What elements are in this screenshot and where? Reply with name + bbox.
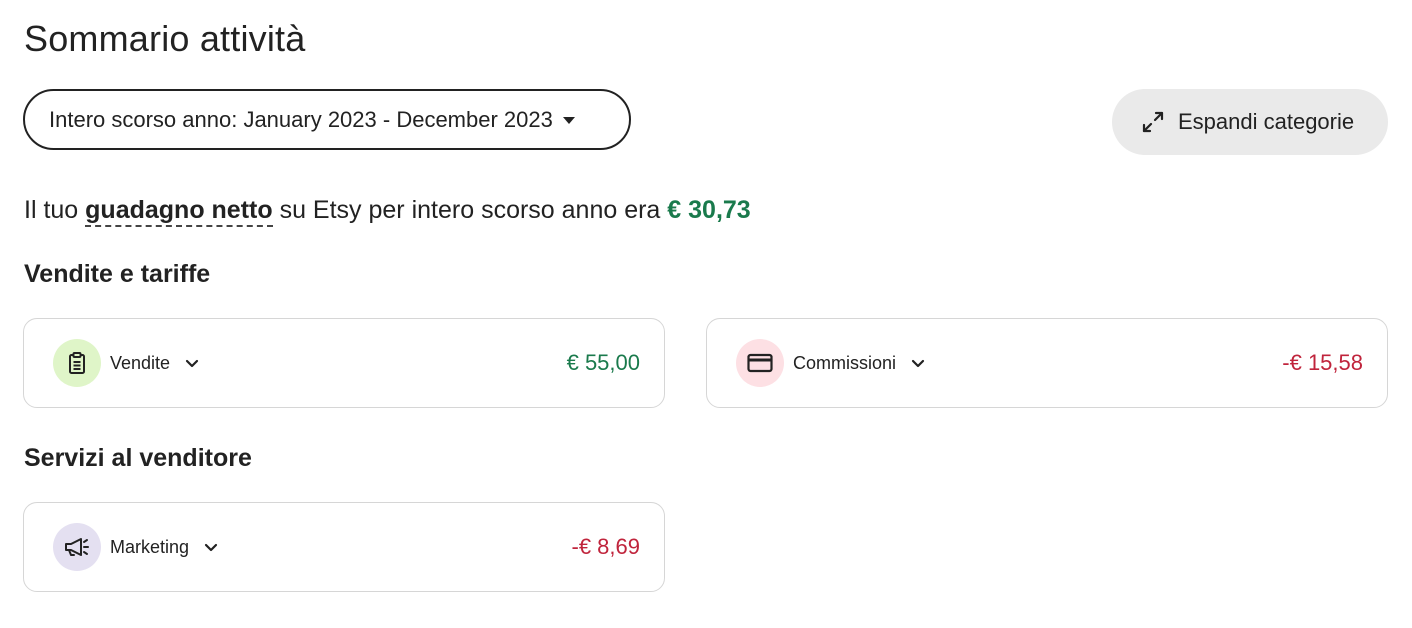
category-label-fees: Commissioni — [793, 352, 897, 373]
net-profit-summary: Il tuo guadagno netto su Etsy per intero… — [24, 196, 751, 227]
credit-card-icon — [736, 339, 784, 387]
category-card-fees[interactable]: Commissioni -€ 15,58 — [706, 318, 1388, 408]
period-dropdown-label: Intero scorso anno: January 2023 - Decem… — [49, 106, 553, 132]
summary-middle: su Etsy per intero scorso anno era — [272, 196, 668, 224]
category-value-marketing: -€ 8,69 — [571, 534, 641, 559]
category-value-fees: -€ 15,58 — [1282, 350, 1363, 375]
chevron-down-icon — [184, 355, 200, 371]
activity-summary-page: Sommario attività Intero scorso anno: Ja… — [0, 0, 1412, 628]
summary-prefix: Il tuo — [24, 196, 86, 224]
section-title-sales-fees: Vendite e tariffe — [24, 260, 211, 288]
period-dropdown[interactable]: Intero scorso anno: January 2023 - Decem… — [23, 89, 631, 150]
expand-categories-label: Espandi categorie — [1178, 109, 1355, 134]
category-value-sales: € 55,00 — [566, 350, 640, 375]
clipboard-icon — [53, 339, 101, 387]
expand-arrows-icon — [1140, 109, 1166, 135]
net-profit-amount: € 30,73 — [667, 196, 751, 224]
section-title-seller-services: Servizi al venditore — [24, 444, 252, 472]
chevron-down-icon — [203, 539, 219, 555]
category-card-marketing[interactable]: Marketing -€ 8,69 — [23, 502, 665, 592]
category-card-sales[interactable]: Vendite € 55,00 — [23, 318, 665, 408]
megaphone-icon — [53, 523, 101, 571]
caret-down-icon — [562, 117, 575, 124]
category-label-sales: Vendite — [110, 352, 171, 373]
category-label-marketing: Marketing — [110, 536, 190, 557]
chevron-down-icon — [910, 355, 926, 371]
net-profit-term-link[interactable]: guadagno netto — [85, 196, 273, 227]
page-title: Sommario attività — [24, 18, 306, 59]
expand-categories-button[interactable]: Espandi categorie — [1112, 89, 1388, 155]
